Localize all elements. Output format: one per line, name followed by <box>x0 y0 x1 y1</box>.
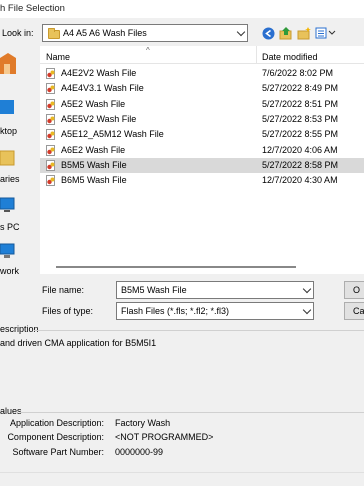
flash-file-icon <box>46 175 55 187</box>
recent-places-icon <box>0 53 16 74</box>
this-pc-icon <box>0 197 15 212</box>
file-name: A4E2V2 Wash File <box>61 68 137 78</box>
file-list-header: ^ Name Date modified <box>40 46 364 64</box>
file-date: 5/27/2022 8:55 PM <box>262 129 339 140</box>
file-name: B6M5 Wash File <box>61 175 127 186</box>
scrollbar-thumb[interactable] <box>56 266 296 268</box>
file-row[interactable]: B6M5 Wash File 12/7/2020 4:30 AM <box>40 173 364 188</box>
file-date: 7/6/2022 8:02 PM <box>262 68 334 78</box>
flash-file-icon <box>46 129 55 141</box>
flash-file-icon <box>46 113 55 125</box>
file-row[interactable]: A5E2 Wash File 5/27/2022 8:51 PM <box>40 97 364 112</box>
description-heading: escription <box>0 324 39 334</box>
description-divider <box>34 330 364 331</box>
value-label-app: Application Description: <box>9 418 104 428</box>
chevron-down-icon <box>302 305 312 315</box>
folder-icon <box>48 28 60 39</box>
place-this-pc-label: s PC <box>0 222 20 232</box>
open-button[interactable]: O <box>344 281 364 299</box>
back-arrow-icon <box>262 27 274 39</box>
place-libraries-label: aries <box>0 174 20 184</box>
file-row[interactable]: A5E12_A5M12 Wash File 5/27/2022 8:55 PM <box>40 127 364 142</box>
value-app-description: Factory Wash <box>115 418 171 428</box>
new-folder-button[interactable] <box>296 25 312 41</box>
place-libraries[interactable]: aries <box>0 148 38 192</box>
flash-file-icon <box>46 68 55 79</box>
value-label-component: Component Description: <box>7 432 104 442</box>
column-header-date[interactable]: Date modified <box>262 52 318 62</box>
back-button[interactable] <box>260 25 276 41</box>
chevron-down-icon <box>302 284 312 294</box>
up-folder-icon <box>279 27 292 40</box>
lookin-combo[interactable]: A4 A5 A6 Wash Files <box>42 24 248 42</box>
horizontal-scrollbar[interactable] <box>40 262 364 274</box>
filetype-combo[interactable]: Flash Files (*.fls; *.fl2; *.fl3) <box>116 302 314 320</box>
flash-file-icon <box>46 144 55 156</box>
file-name: A5E5V2 Wash File <box>61 113 137 124</box>
view-menu-button[interactable] <box>314 25 338 41</box>
place-this-pc[interactable]: s PC <box>0 196 38 240</box>
title-bar: h File Selection <box>0 0 364 18</box>
desktop-icon <box>0 100 14 114</box>
file-date: 5/27/2022 8:49 PM <box>262 83 339 94</box>
file-date: 5/27/2022 8:51 PM <box>262 98 339 109</box>
place-network[interactable]: work <box>0 242 38 286</box>
libraries-icon <box>0 150 15 166</box>
flash-file-icon <box>46 83 55 95</box>
file-name: B5M5 Wash File <box>61 159 127 170</box>
file-date: 5/27/2022 8:53 PM <box>262 113 339 124</box>
filetype-label: Files of type: <box>42 306 94 316</box>
filename-label: File name: <box>42 285 85 295</box>
up-folder-button[interactable] <box>278 25 294 41</box>
chevron-down-icon <box>236 27 246 37</box>
sort-arrow-icon: ^ <box>146 46 150 55</box>
file-name: A6E2 Wash File <box>61 144 126 155</box>
lookin-value: A4 A5 A6 Wash Files <box>63 28 147 38</box>
value-software-part-number: 0000000-99 <box>115 447 164 457</box>
file-row[interactable]: A5E5V2 Wash File 5/27/2022 8:53 PM <box>40 112 364 127</box>
filename-value: B5M5 Wash File <box>121 285 187 295</box>
place-desktop-label: ktop <box>0 126 18 136</box>
window-title: h File Selection <box>0 3 65 14</box>
file-row[interactable]: A4E2V2 Wash File 7/6/2022 8:02 PM <box>40 66 364 81</box>
bottom-divider <box>0 472 364 473</box>
values-divider <box>20 412 364 413</box>
network-icon <box>0 243 15 258</box>
flash-file-icon <box>46 159 55 171</box>
places-sidebar: ktop aries s PC work <box>0 44 38 320</box>
place-network-label: work <box>0 266 20 276</box>
file-list[interactable]: ^ Name Date modified A4E2V2 Wash File 7/6… <box>40 46 364 262</box>
value-component-description: <NOT PROGRAMMED> <box>115 432 214 442</box>
file-date: 12/7/2020 4:30 AM <box>262 175 338 186</box>
file-row[interactable]: A4E4V3.1 Wash File 5/27/2022 8:49 PM <box>40 81 364 96</box>
file-name: A4E4V3.1 Wash File <box>61 83 144 94</box>
file-name: A5E12_A5M12 Wash File <box>61 129 164 140</box>
cancel-button[interactable]: Ca <box>344 302 364 320</box>
filetype-value: Flash Files (*.fls; *.fl2; *.fl3) <box>121 306 230 316</box>
file-date: 12/7/2020 4:06 AM <box>262 144 338 155</box>
new-folder-icon <box>297 27 311 40</box>
file-row[interactable]: B5M5 Wash File 5/27/2022 8:58 PM <box>40 157 364 173</box>
description-text: and driven CMA application for B5M5I1 <box>0 338 157 348</box>
place-recent[interactable] <box>0 50 38 94</box>
values-heading: alues <box>0 406 22 416</box>
column-separator[interactable] <box>256 46 257 64</box>
file-row[interactable]: A6E2 Wash File 12/7/2020 4:06 AM <box>40 143 364 158</box>
view-menu-icon <box>315 27 336 39</box>
column-header-name[interactable]: Name <box>46 52 70 62</box>
place-desktop[interactable]: ktop <box>0 98 38 142</box>
flash-file-icon <box>46 98 55 110</box>
value-label-part: Software Part Number: <box>12 447 104 457</box>
filename-combo[interactable]: B5M5 Wash File <box>116 281 314 299</box>
file-date: 5/27/2022 8:58 PM <box>262 159 339 170</box>
lookin-label: Look in: <box>2 28 34 38</box>
file-name: A5E2 Wash File <box>61 98 126 109</box>
